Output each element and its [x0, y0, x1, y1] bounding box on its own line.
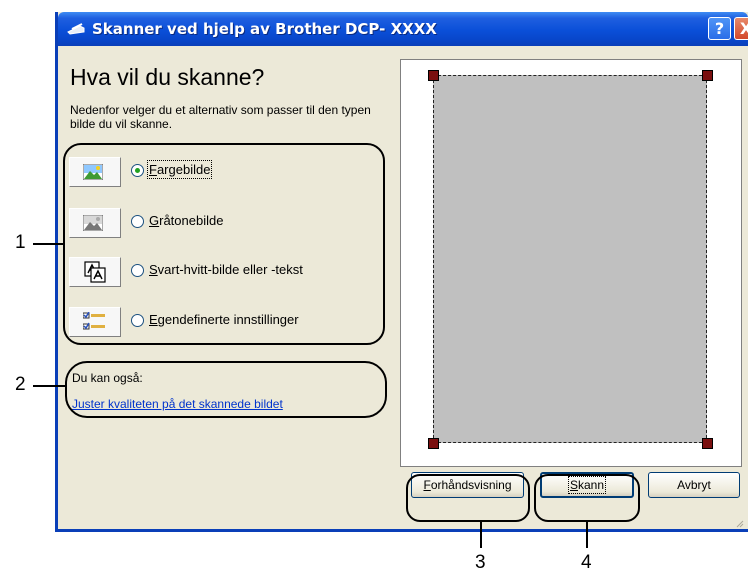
scanner-icon [67, 23, 85, 35]
callout-scan-button [534, 474, 640, 522]
resize-grip-icon[interactable] [736, 520, 744, 528]
page-heading: Hva vil du skanne? [70, 64, 265, 90]
callout-preview-button [406, 474, 530, 522]
bottom-left-handle[interactable] [428, 438, 439, 449]
leader-3 [480, 522, 482, 548]
leader-4 [586, 522, 588, 548]
instructions-text: Nedenfor velger du et alternativ som pas… [70, 103, 371, 131]
leader-1 [33, 243, 63, 245]
window-title: Skanner ved hjelp av Brother DCP- XXXX [92, 20, 437, 38]
callout-options [63, 143, 385, 345]
top-left-handle[interactable] [428, 70, 439, 81]
leader-2 [33, 385, 65, 387]
close-button[interactable]: X [734, 17, 748, 40]
help-button[interactable]: ? [708, 17, 731, 40]
callout-number-3: 3 [475, 552, 486, 573]
scan-area[interactable] [433, 75, 707, 443]
callout-number-1: 1 [15, 232, 26, 253]
cancel-button[interactable]: Avbryt [648, 472, 740, 498]
bottom-right-handle[interactable] [702, 438, 713, 449]
title-bar[interactable]: Skanner ved hjelp av Brother DCP- XXXX ?… [58, 12, 748, 46]
callout-number-4: 4 [581, 552, 592, 573]
callout-also [65, 361, 387, 418]
callout-number-2: 2 [15, 374, 26, 395]
top-right-handle[interactable] [702, 70, 713, 81]
